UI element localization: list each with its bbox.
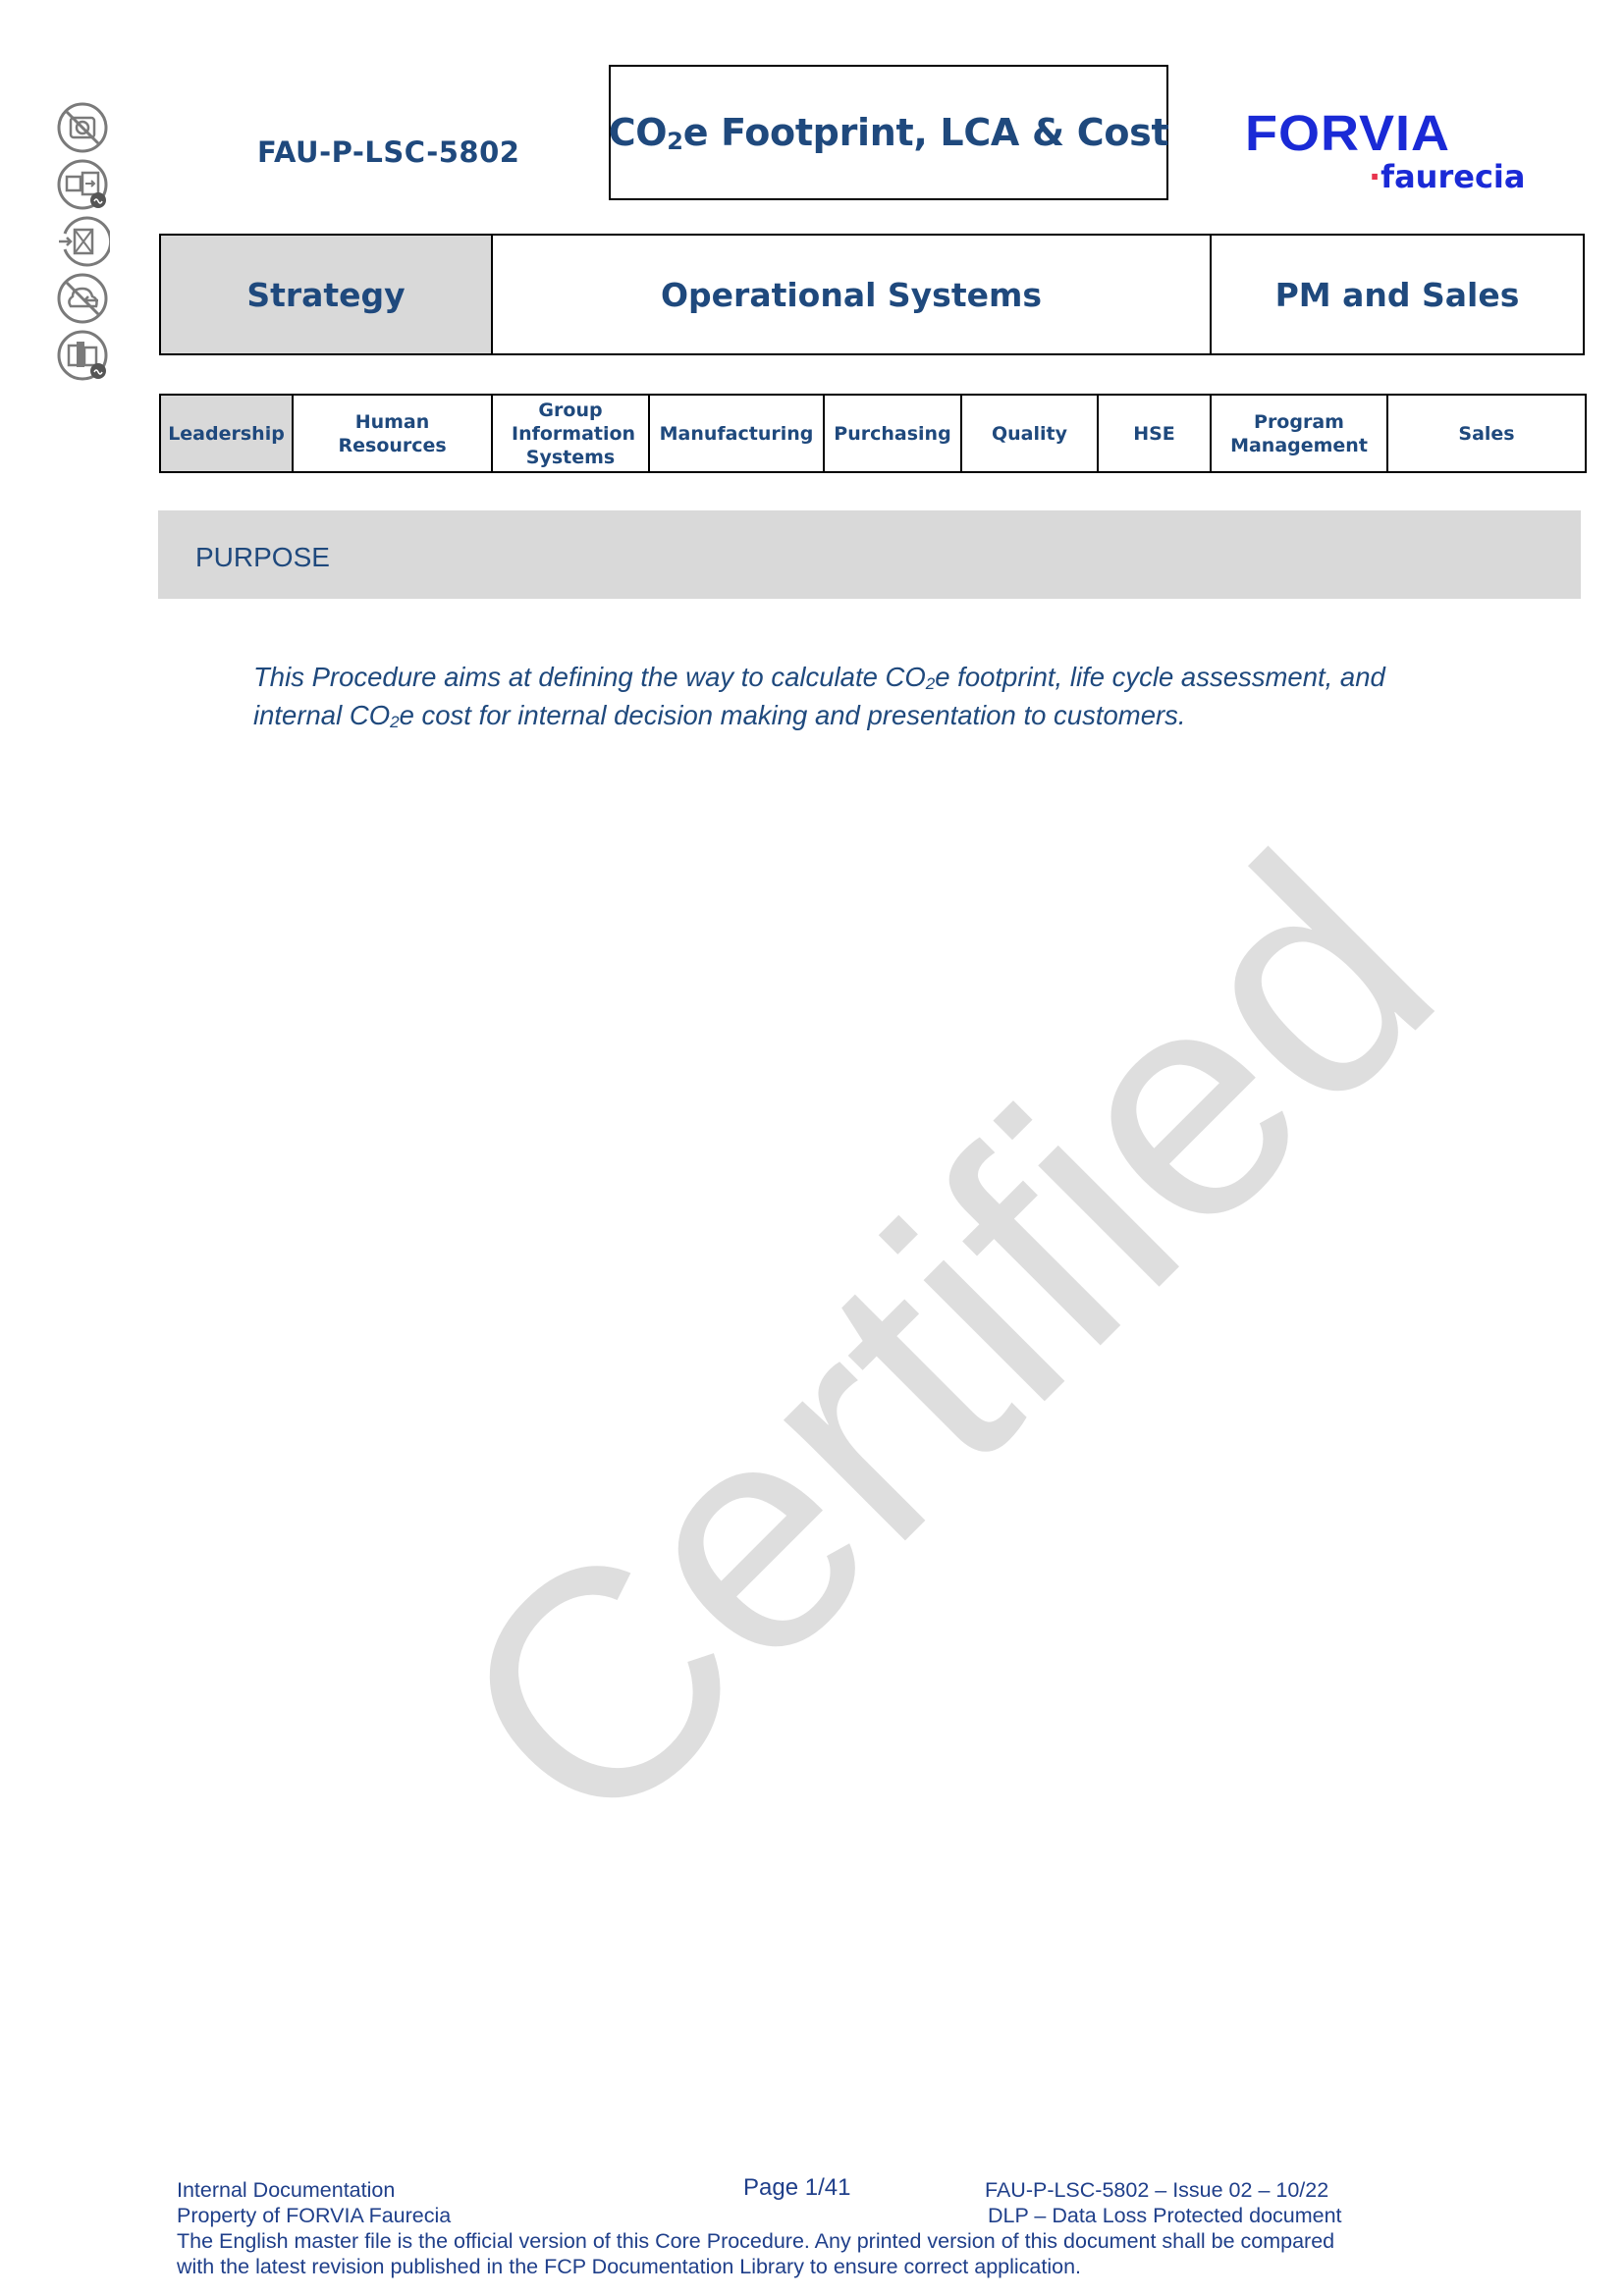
footer-page-number: Page 1/41 <box>743 2174 851 2201</box>
footer-dlp-notice: DLP – Data Loss Protected document <box>988 2204 1342 2227</box>
purpose-line-2: internal CO2e cost for internal decision… <box>253 700 1481 738</box>
dept-hse[interactable]: HSE <box>1097 394 1212 473</box>
logo-sub: faurecia <box>1380 158 1526 195</box>
title-subscript: 2 <box>667 127 683 155</box>
dept-group-information-systems[interactable]: Group Information Systems <box>491 394 650 473</box>
dept-human-resources-label: Human Resources <box>338 410 447 456</box>
purpose-heading: PURPOSE <box>195 542 330 572</box>
category-operational-systems[interactable]: Operational Systems <box>491 234 1212 355</box>
purpose-line2-sub: 2 <box>390 713 400 731</box>
dept-program-management[interactable]: Program Management <box>1210 394 1388 473</box>
footer-notice-line-2: with the latest revision published in th… <box>177 2255 1082 2278</box>
dept-leadership[interactable]: Leadership <box>159 394 294 473</box>
category-table: Strategy Operational Systems PM and Sale… <box>159 234 1585 355</box>
category-strategy[interactable]: Strategy <box>159 234 493 355</box>
logo-faurecia-text: ·faurecia <box>1369 159 1525 194</box>
title-prefix: CO <box>608 110 668 154</box>
purpose-paragraph: This Procedure aims at defining the way … <box>253 662 1481 738</box>
dept-quality[interactable]: Quality <box>960 394 1099 473</box>
purpose-line2-b: e cost for internal decision making and … <box>399 700 1186 730</box>
dept-program-management-label: Program Management <box>1230 410 1368 456</box>
certified-watermark: Certified <box>388 788 1498 1898</box>
forvia-faurecia-logo: FORVIA ·faurecia <box>1245 105 1525 196</box>
no-camera-icon <box>57 102 108 153</box>
category-pm-and-sales[interactable]: PM and Sales <box>1210 234 1585 355</box>
dept-sales[interactable]: Sales <box>1386 394 1587 473</box>
document-title: CO2e Footprint, LCA & Cost <box>609 111 1169 155</box>
dept-purchasing[interactable]: Purchasing <box>823 394 962 473</box>
title-suffix: e Footprint, LCA & Cost <box>682 110 1169 154</box>
dept-gis-label: Group Information Systems <box>512 399 636 468</box>
dept-manufacturing[interactable]: Manufacturing <box>648 394 825 473</box>
no-cloud-upload-icon <box>57 273 108 324</box>
logo-forvia-text: FORVIA <box>1245 105 1451 162</box>
purpose-line1-sub: 2 <box>925 674 936 693</box>
department-table: Leadership Human Resources Group Informa… <box>159 394 1587 473</box>
no-usb-transfer-icon <box>57 159 108 210</box>
category-row: Strategy Operational Systems PM and Sale… <box>159 234 1585 355</box>
document-title-box: CO2e Footprint, LCA & Cost <box>609 65 1169 200</box>
purpose-line1-b: e footprint, life cycle assessment, and <box>935 662 1385 692</box>
no-email-forward-icon <box>59 216 110 267</box>
no-print-copy-icon <box>57 330 108 381</box>
logo-dot: · <box>1369 158 1381 195</box>
purpose-section-header: PURPOSE <box>158 510 1581 599</box>
purpose-line1-a: This Procedure aims at defining the way … <box>253 662 926 692</box>
footer-notice-line-1: The English master file is the official … <box>177 2229 1335 2253</box>
footer-issue: FAU-P-LSC-5802 – Issue 02 – 10/22 <box>985 2178 1329 2202</box>
dept-human-resources[interactable]: Human Resources <box>292 394 493 473</box>
footer-property: Property of FORVIA Faurecia <box>177 2204 452 2227</box>
footer-internal-documentation: Internal Documentation <box>177 2178 396 2202</box>
purpose-line2-a: internal CO <box>253 700 391 730</box>
purpose-line-1: This Procedure aims at defining the way … <box>253 662 1481 700</box>
department-row: Leadership Human Resources Group Informa… <box>159 394 1587 473</box>
restriction-icons <box>55 100 116 385</box>
document-id: FAU-P-LSC-5802 <box>257 135 520 169</box>
